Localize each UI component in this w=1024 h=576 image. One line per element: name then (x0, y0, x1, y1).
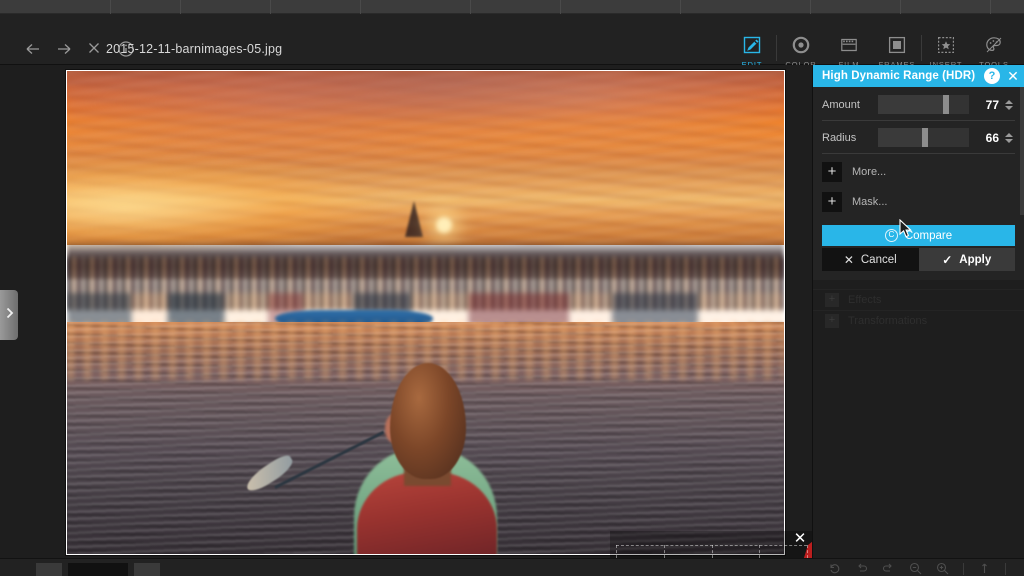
slider-amount-track[interactable] (878, 95, 969, 114)
cancel-button[interactable]: ✕ Cancel (822, 248, 919, 271)
compare-button-label: Compare (905, 230, 952, 242)
thumbnail-1[interactable] (36, 563, 62, 576)
effects-section[interactable]: + Effects (813, 289, 1024, 310)
plus-icon-mask[interactable]: + (822, 192, 842, 212)
hdr-panel-title: High Dynamic Range (HDR) (822, 70, 984, 82)
panel-spacer (813, 280, 1024, 289)
bottom-divider-2 (1005, 563, 1006, 575)
zoom-in-icon[interactable] (936, 562, 949, 575)
slider-radius-label: Radius (822, 132, 878, 144)
apply-check-icon: ✓ (942, 253, 952, 267)
thumbnail-2[interactable] (68, 563, 128, 576)
mask-expander[interactable]: + Mask... (822, 190, 1015, 214)
slider-amount[interactable]: Amount 77 (822, 94, 1015, 115)
arrow-left-icon[interactable] (24, 40, 42, 58)
left-panel-expander[interactable] (0, 290, 18, 340)
plus-icon-more[interactable]: + (822, 162, 842, 182)
frame-square-icon (887, 33, 907, 57)
more-expander[interactable]: + More... (822, 160, 1015, 184)
redo-icon[interactable] (882, 562, 895, 575)
undo-icon[interactable] (855, 562, 868, 575)
panel-close-icon[interactable]: ✕ (1006, 69, 1020, 83)
app-header: 2015-12-11-barnimages-05.jpg EDIT COL (0, 14, 1024, 65)
slider-amount-label: Amount (822, 99, 878, 111)
arrow-right-icon[interactable] (55, 40, 73, 58)
cancel-button-label: Cancel (861, 254, 897, 266)
slider-amount-stepper[interactable] (1003, 100, 1015, 110)
filmstrip-thumbs[interactable] (36, 563, 160, 576)
window-titlebar (0, 0, 1024, 14)
donut-icon (791, 33, 811, 57)
effects-label: Effects (848, 294, 881, 306)
photo-frame (66, 70, 785, 555)
photo-image[interactable] (67, 71, 784, 554)
slider-radius-handle[interactable] (922, 128, 928, 147)
slider-radius-track[interactable] (878, 128, 969, 147)
bottom-divider-1 (963, 563, 964, 575)
thumbnail-3[interactable] (134, 563, 160, 576)
slider-radius-value: 66 (977, 131, 999, 145)
hdr-panel-header: High Dynamic Range (HDR) ? ✕ (813, 65, 1024, 87)
mask-label: Mask... (852, 196, 887, 208)
pencil-square-icon (742, 33, 762, 57)
transformations-label: Transformations (848, 315, 927, 327)
fit-icon[interactable] (978, 562, 991, 575)
action-button-row: ✕ Cancel ✓ Apply (822, 248, 1015, 271)
slider-radius[interactable]: Radius 66 (822, 127, 1015, 148)
slider-radius-stepper[interactable] (1003, 133, 1015, 143)
photo-editor-window: 2015-12-11-barnimages-05.jpg EDIT COL (0, 0, 1024, 576)
slider-divider-2 (822, 153, 1015, 154)
right-tool-panel: High Dynamic Range (HDR) ? ✕ Amount 77 R… (812, 65, 1024, 558)
sun-disc (436, 217, 452, 233)
spire-silhouette (405, 201, 423, 237)
film-strip-icon (839, 33, 859, 57)
slider-amount-value: 77 (977, 98, 999, 112)
help-icon[interactable]: ? (984, 68, 1000, 84)
apply-button-label: Apply (959, 254, 991, 266)
more-label: More... (852, 166, 886, 178)
palette-icon (984, 33, 1004, 57)
bottom-tool-icons (828, 562, 1006, 575)
canvas-workspace[interactable]: ✕ (0, 65, 812, 558)
slider-divider-1 (822, 120, 1015, 121)
plus-icon-transformations[interactable]: + (825, 314, 839, 328)
cancel-x-icon: ✕ (844, 253, 854, 267)
transformations-section[interactable]: + Transformations (813, 310, 1024, 331)
file-name-label: 2015-12-11-barnimages-05.jpg (106, 42, 282, 56)
rotate-left-icon[interactable] (828, 562, 841, 575)
plus-icon-effects[interactable]: + (825, 293, 839, 307)
paddler-head (390, 363, 466, 479)
bottom-status-bar (0, 558, 1024, 576)
insert-star-icon (936, 33, 956, 57)
zoom-out-icon[interactable] (909, 562, 922, 575)
close-icon[interactable] (86, 40, 104, 58)
hdr-panel-body: Amount 77 Radius 66 (813, 87, 1024, 280)
compare-circle-icon: C (885, 229, 898, 242)
chevron-right-icon (5, 306, 14, 324)
panel-scrollbar[interactable] (1020, 65, 1024, 215)
slider-amount-handle[interactable] (943, 95, 949, 114)
compare-button[interactable]: C Compare (822, 225, 1015, 246)
apply-button[interactable]: ✓ Apply (919, 248, 1016, 271)
